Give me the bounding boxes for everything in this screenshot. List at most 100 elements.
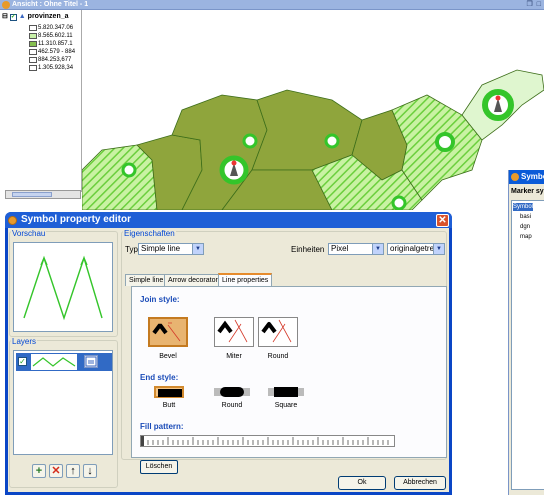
- line-properties-pane: Join style: Bevel Miter Round End style:: [131, 286, 447, 474]
- legend-swatch: [29, 65, 37, 71]
- legend-item: 11.310.857.1: [38, 41, 73, 47]
- units-select[interactable]: Pixel ▼: [328, 243, 384, 255]
- end-square-button[interactable]: [268, 386, 304, 398]
- layer-preview: [31, 354, 77, 370]
- preview-canvas: [13, 242, 113, 332]
- delete-layer-button[interactable]: ✕: [49, 464, 63, 478]
- legend-swatch: [29, 57, 37, 63]
- fill-pattern-label: Fill pattern:: [140, 422, 184, 431]
- gvsig-icon: [8, 216, 17, 225]
- butt-cap-icon: [158, 389, 182, 397]
- tree-node-dgn[interactable]: dgn: [520, 223, 530, 231]
- layer-visible-checkbox[interactable]: ✓: [18, 357, 27, 366]
- square-cap-icon: [268, 387, 304, 397]
- join-bevel-label: Bevel: [159, 353, 177, 360]
- tree-node-basi[interactable]: basi: [520, 213, 531, 221]
- layers-list[interactable]: ✓: [13, 350, 113, 455]
- join-bevel-button[interactable]: [148, 317, 188, 347]
- join-round-button[interactable]: [258, 317, 298, 347]
- layer-checkbox[interactable]: ✓: [9, 14, 17, 21]
- marker-panel-label: Marker sy: [511, 188, 544, 195]
- legend-item: 884.253,677: [38, 57, 72, 63]
- dialog-title: Symbol property editor: [21, 214, 132, 225]
- scale-select[interactable]: originalgetreu ▼: [387, 243, 445, 255]
- province-west[interactable]: [82, 144, 158, 210]
- toc-layer[interactable]: ⊟ ✓ ▲ provinzen_a: [2, 13, 69, 21]
- legend-item: 1.305.928,34: [38, 65, 74, 71]
- type-label: Typ: [125, 245, 138, 254]
- symbol-property-editor-dialog: Symbol property editor ✕ Vorschau Layers…: [5, 212, 452, 495]
- units-label: Einheiten: [291, 245, 325, 254]
- round-cap-icon: [214, 387, 250, 397]
- legend-item: 462.579 - 884: [38, 49, 76, 55]
- map-window-title: Ansicht : Ohne Titel - 1: [12, 1, 89, 8]
- join-round-label: Round: [267, 353, 289, 360]
- tree-node-symbol[interactable]: Symbol: [513, 203, 534, 211]
- legend-swatch: [29, 25, 37, 31]
- gvsig-icon: [2, 1, 10, 9]
- table-of-contents: ⊟ ✓ ▲ provinzen_a 5.820.347.06 8.565.602.…: [0, 10, 82, 199]
- bevel-join-icon: [152, 322, 181, 342]
- chevron-down-icon: ▼: [192, 244, 203, 254]
- cancel-button[interactable]: Abbrechen: [394, 476, 446, 490]
- layer-edit-icon[interactable]: [84, 355, 98, 368]
- end-round-label: Round: [221, 402, 243, 409]
- scrollbar-thumb[interactable]: [12, 192, 52, 197]
- dialog-titlebar[interactable]: Symbol property editor ✕: [5, 212, 452, 228]
- join-style-label: Join style:: [140, 295, 180, 304]
- end-round-button[interactable]: [214, 386, 250, 398]
- properties-label: Eigenschaften: [123, 229, 176, 238]
- end-style-label: End style:: [140, 373, 179, 382]
- close-icon[interactable]: ✕: [436, 214, 449, 227]
- desktop: Ansicht : Ohne Titel - 1 ❒ □ ⊟ ✓ ▲ provi…: [0, 0, 544, 495]
- end-butt-button[interactable]: [154, 386, 184, 398]
- legend-swatch: [29, 41, 37, 47]
- layers-label: Layers: [11, 337, 38, 346]
- marker-panel-title: Symbol: [509, 170, 544, 184]
- tab-line-properties[interactable]: Line properties: [218, 273, 273, 287]
- up-arrow-icon: ↑: [70, 465, 76, 477]
- end-butt-label: Butt: [162, 402, 176, 409]
- join-miter-button[interactable]: [214, 317, 254, 347]
- symbol-tree[interactable]: Symbol basi dgn map: [511, 200, 544, 490]
- preview-label: Vorschau: [11, 229, 47, 238]
- down-arrow-icon: ↓: [87, 465, 93, 477]
- collapse-icon[interactable]: ⊟: [2, 13, 8, 20]
- ruler-ticks: [141, 436, 389, 446]
- add-layer-button[interactable]: +: [32, 464, 46, 478]
- legend-item: 8.565.602.11: [38, 33, 73, 39]
- map-svg: [82, 69, 544, 210]
- tab-arrow-decorator[interactable]: Arrow decorator: [164, 274, 222, 286]
- legend-swatch: [29, 49, 37, 55]
- move-layer-up-button[interactable]: ↑: [66, 464, 80, 478]
- zigzag-preview: [23, 255, 103, 321]
- legend-swatch: [29, 33, 37, 39]
- map-canvas[interactable]: [82, 10, 544, 210]
- delete-icon: ✕: [51, 465, 61, 477]
- chevron-down-icon: ▼: [433, 244, 444, 254]
- dialog-body: Vorschau Layers ✓ + ✕ ↑ ↓ Eigenschaften …: [8, 228, 449, 492]
- layer-row[interactable]: ✓: [16, 353, 112, 371]
- ruler-handle[interactable]: [141, 436, 144, 446]
- add-icon: +: [35, 465, 43, 477]
- round-join-icon: [261, 319, 292, 343]
- tree-node-map[interactable]: map: [520, 233, 532, 241]
- chevron-down-icon: ▼: [372, 244, 383, 254]
- map-window-titlebar: Ansicht : Ohne Titel - 1 ❒ □: [0, 0, 544, 10]
- toc-layer-name: provinzen_a: [27, 13, 69, 20]
- move-layer-down-button[interactable]: ↓: [83, 464, 97, 478]
- legend-item: 5.820.347.06: [38, 25, 74, 31]
- fill-pattern-ruler[interactable]: [140, 435, 395, 447]
- window-controls[interactable]: ❒ □: [527, 0, 542, 10]
- toc-scrollbar[interactable]: [5, 190, 81, 199]
- ok-button[interactable]: Ok: [338, 476, 386, 490]
- miter-join-icon: [217, 319, 248, 343]
- gvsig-icon: [511, 173, 519, 181]
- type-select[interactable]: Simple line ▼: [138, 243, 204, 255]
- join-miter-label: Miter: [226, 353, 242, 360]
- end-square-label: Square: [274, 402, 298, 409]
- clear-button[interactable]: Löschen: [140, 460, 178, 474]
- layer-icon: ▲: [18, 13, 26, 20]
- tab-simple-line[interactable]: Simple line: [125, 274, 168, 286]
- marker-symbol-panel: Symbol Marker sy Symbol basi dgn map: [508, 170, 544, 495]
